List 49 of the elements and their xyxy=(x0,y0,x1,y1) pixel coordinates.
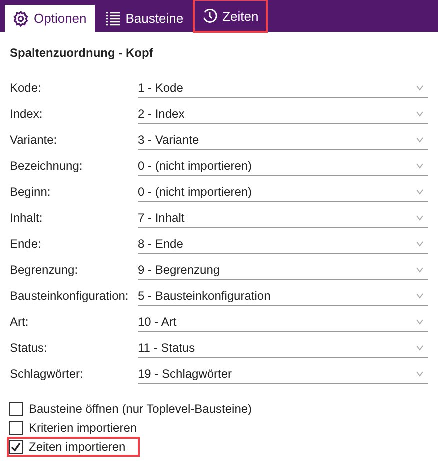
chevron-icon xyxy=(416,266,424,272)
field-label: Inhalt: xyxy=(10,211,44,225)
checkbox-option[interactable]: Kriterien importieren xyxy=(9,420,138,436)
section-title: Spaltenzuordnung - Kopf xyxy=(9,45,154,62)
dropdown[interactable]: 19 - Schlagwörter xyxy=(138,364,428,384)
dropdown[interactable]: 1 - Kode xyxy=(138,78,428,98)
clock-icon xyxy=(202,8,218,24)
dropdown[interactable]: 0 - (nicht importieren) xyxy=(138,156,428,176)
checkbox[interactable] xyxy=(9,421,23,435)
chevron-icon xyxy=(416,188,424,194)
dropdown[interactable]: 11 - Status xyxy=(138,338,428,358)
field-label: Ende: xyxy=(10,237,42,251)
chevron-icon xyxy=(416,84,424,90)
field-label: Kode: xyxy=(10,81,42,95)
chevron-icon xyxy=(416,370,424,376)
field-label: Variante: xyxy=(10,133,58,147)
dropdown[interactable]: 0 - (nicht importieren) xyxy=(138,182,428,202)
dropdown[interactable]: 7 - Inhalt xyxy=(138,208,428,228)
field-label: Index: xyxy=(10,107,44,121)
dropdown[interactable]: 5 - Bausteinkonfiguration xyxy=(138,286,428,306)
field-label: Schlagwörter: xyxy=(10,367,84,381)
checkbox-option[interactable]: Zeiten importieren xyxy=(9,439,138,455)
gear-icon xyxy=(13,10,29,26)
checkbox[interactable] xyxy=(9,402,23,416)
checkbox[interactable] xyxy=(9,440,23,454)
chevron-icon xyxy=(416,344,424,350)
chevron-icon xyxy=(416,240,424,246)
field-label: Status: xyxy=(10,341,48,355)
field-label: Bausteinkonfiguration: xyxy=(10,289,130,303)
dropdown[interactable]: 8 - Ende xyxy=(138,234,428,254)
field-label: Bezeichnung: xyxy=(10,159,84,173)
tab[interactable]: Zeiten xyxy=(194,0,267,32)
tab[interactable]: Bausteine xyxy=(96,5,192,32)
field-label: Beginn: xyxy=(10,185,52,199)
checkbox-option[interactable]: Bausteine öffnen (nur Toplevel-Bausteine) xyxy=(9,401,252,417)
dropdown[interactable]: 3 - Variante xyxy=(138,130,428,150)
chevron-icon xyxy=(416,110,424,116)
dropdown[interactable]: 9 - Begrenzung xyxy=(138,260,428,280)
field-label: Begrenzung: xyxy=(10,263,80,277)
chevron-icon xyxy=(416,292,424,298)
chevron-icon xyxy=(416,162,424,168)
dropdown[interactable]: 2 - Index xyxy=(138,104,428,124)
chevron-icon xyxy=(416,214,424,220)
chevron-icon xyxy=(416,318,424,324)
chevron-icon xyxy=(416,136,424,142)
tab[interactable]: Optionen xyxy=(5,5,95,32)
list-icon xyxy=(104,10,121,26)
field-label: Art: xyxy=(10,315,30,329)
dropdown[interactable]: 10 - Art xyxy=(138,312,428,332)
